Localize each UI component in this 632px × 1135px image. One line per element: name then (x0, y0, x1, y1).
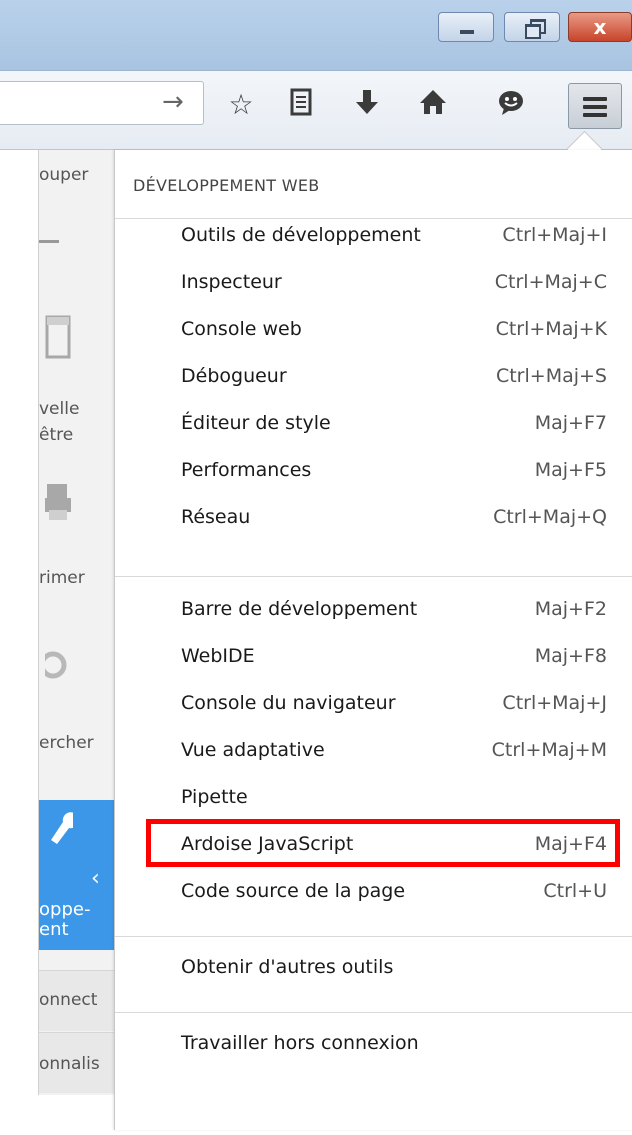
home-icon[interactable] (416, 87, 450, 123)
menu-item-shortcut: Ctrl+Maj+K (495, 318, 607, 340)
customize-label: onnalis (39, 1054, 100, 1074)
restore-button[interactable] (504, 12, 560, 42)
menu-item-obtenir-d-autres-outils[interactable]: Obtenir d'autres outils (115, 946, 632, 992)
menu-item-outils-de-developpement[interactable]: Outils de développement Ctrl+Maj+I (115, 214, 632, 260)
menu-item-label: Barre de développement (181, 598, 418, 620)
hamburger-menu-icon[interactable] (568, 83, 622, 129)
wrench-icon (43, 810, 79, 850)
menu-item-label: Réseau (181, 506, 251, 528)
menu-item-shortcut: Ctrl+Maj+M (491, 739, 607, 761)
separator (115, 576, 632, 577)
menu-item-shortcut: Maj+F7 (534, 412, 607, 434)
new-window-label-2[interactable]: être (39, 424, 115, 446)
menu-item-shortcut: Maj+F5 (534, 459, 607, 481)
home-glyph (420, 90, 446, 114)
download-icon[interactable] (350, 87, 384, 123)
menu-item-label: Débogueur (181, 365, 287, 387)
magnifier-glyph (39, 651, 67, 679)
menu-item-debogueur[interactable]: Débogueur Ctrl+Maj+S (115, 355, 632, 401)
highlight-annotation-box (146, 819, 620, 867)
menu-bar (583, 113, 607, 117)
menu-item-shortcut: Ctrl+Maj+Q (493, 506, 607, 528)
menu-item-travailler-hors-connexion[interactable]: Travailler hors connexion (115, 1022, 632, 1068)
menu-item-inspecteur[interactable]: Inspecteur Ctrl+Maj+C (115, 261, 632, 307)
menu-item-label: Inspecteur (181, 271, 282, 293)
menu-item-label: Code source de la page (181, 880, 406, 902)
reading-list-glyph (290, 88, 312, 116)
menu-item-label: Console du navigateur (181, 692, 396, 714)
menu-bar (583, 97, 607, 101)
menu-item-shortcut: Ctrl+U (543, 880, 607, 902)
new-window-icon[interactable] (45, 315, 75, 372)
menu-item-shortcut: Ctrl+Maj+C (494, 271, 607, 293)
menu-item-shortcut: Maj+F2 (534, 598, 607, 620)
separator (115, 1012, 632, 1013)
find-icon[interactable] (39, 645, 75, 696)
menu-item-label: Outils de développement (181, 224, 421, 246)
developer-label-1: oppe- (39, 899, 91, 920)
menu-item-webide[interactable]: WebIDE Maj+F8 (115, 635, 632, 681)
menu-item-label: Travailler hors connexion (181, 1032, 419, 1054)
star-icon[interactable]: ☆ (224, 87, 258, 123)
subview-title: DÉVELOPPEMENT WEB (133, 176, 320, 195)
chat-icon[interactable] (494, 87, 528, 123)
menu-item-code-source-de-la-page[interactable]: Code source de la page Ctrl+U (115, 870, 632, 916)
window-title-bar: x (0, 0, 632, 70)
menu-item-barre-de-developpement[interactable]: Barre de développement Maj+F2 (115, 588, 632, 634)
menu-item-label: Éditeur de style (181, 412, 331, 434)
menu-item-performances[interactable]: Performances Maj+F5 (115, 449, 632, 495)
close-button[interactable]: x (568, 12, 632, 42)
menu-item-pipette[interactable]: Pipette (115, 776, 632, 822)
menu-item-vue-adaptative[interactable]: Vue adaptative Ctrl+Maj+M (115, 729, 632, 775)
menu-item-reseau[interactable]: Réseau Ctrl+Maj+Q (115, 496, 632, 542)
window-glyph (45, 315, 71, 359)
download-glyph (356, 90, 378, 114)
main-menu-panel-inner: ouper velle être rimer ercher ‹ oppe- en… (38, 150, 115, 1095)
copy-button-label[interactable]: ouper (39, 164, 115, 186)
developer-label-2: ent (39, 919, 69, 940)
menu-item-console-du-navigateur[interactable]: Console du navigateur Ctrl+Maj+J (115, 682, 632, 728)
new-window-label-1[interactable]: velle (39, 398, 115, 420)
go-arrow-icon[interactable]: → (162, 87, 184, 117)
sync-connect-row[interactable]: onnect (39, 970, 115, 1031)
menu-bar (583, 105, 607, 109)
developer-section-active[interactable]: ‹ oppe- ent (39, 800, 115, 950)
menu-item-label: Obtenir d'autres outils (181, 956, 394, 978)
web-developer-subview: DÉVELOPPEMENT WEB Outils de développemen… (114, 150, 632, 1130)
navigation-toolbar: → ☆ (0, 70, 632, 150)
minimize-button[interactable] (438, 12, 494, 42)
menu-item-editeur-de-style[interactable]: Éditeur de style Maj+F7 (115, 402, 632, 448)
menu-item-label: Performances (181, 459, 312, 481)
close-icon: x (593, 15, 607, 39)
menu-item-shortcut: Maj+F8 (534, 645, 607, 667)
find-label[interactable]: ercher (39, 732, 115, 754)
menu-item-console-web[interactable]: Console web Ctrl+Maj+K (115, 308, 632, 354)
chat-glyph (499, 91, 523, 115)
print-icon[interactable] (45, 480, 75, 537)
cut-icon (39, 240, 59, 243)
menu-item-shortcut: Ctrl+Maj+J (502, 692, 607, 714)
connect-label: onnect (39, 990, 98, 1010)
url-bar[interactable]: → (0, 81, 204, 125)
separator (115, 936, 632, 937)
reading-list-icon[interactable] (284, 87, 318, 123)
chevron-left-icon: ‹ (91, 866, 100, 891)
main-menu-panel: ouper velle être rimer ercher ‹ oppe- en… (0, 150, 115, 1135)
printer-glyph (45, 484, 71, 520)
menu-item-label: Vue adaptative (181, 739, 325, 761)
menu-item-label: WebIDE (181, 645, 255, 667)
menu-item-label: Console web (181, 318, 302, 340)
menu-item-label: Pipette (181, 786, 248, 808)
customize-row[interactable]: onnalis (39, 1032, 115, 1093)
menu-item-shortcut: Ctrl+Maj+I (502, 224, 607, 246)
menu-item-shortcut: Ctrl+Maj+S (495, 365, 607, 387)
print-label[interactable]: rimer (39, 567, 115, 589)
